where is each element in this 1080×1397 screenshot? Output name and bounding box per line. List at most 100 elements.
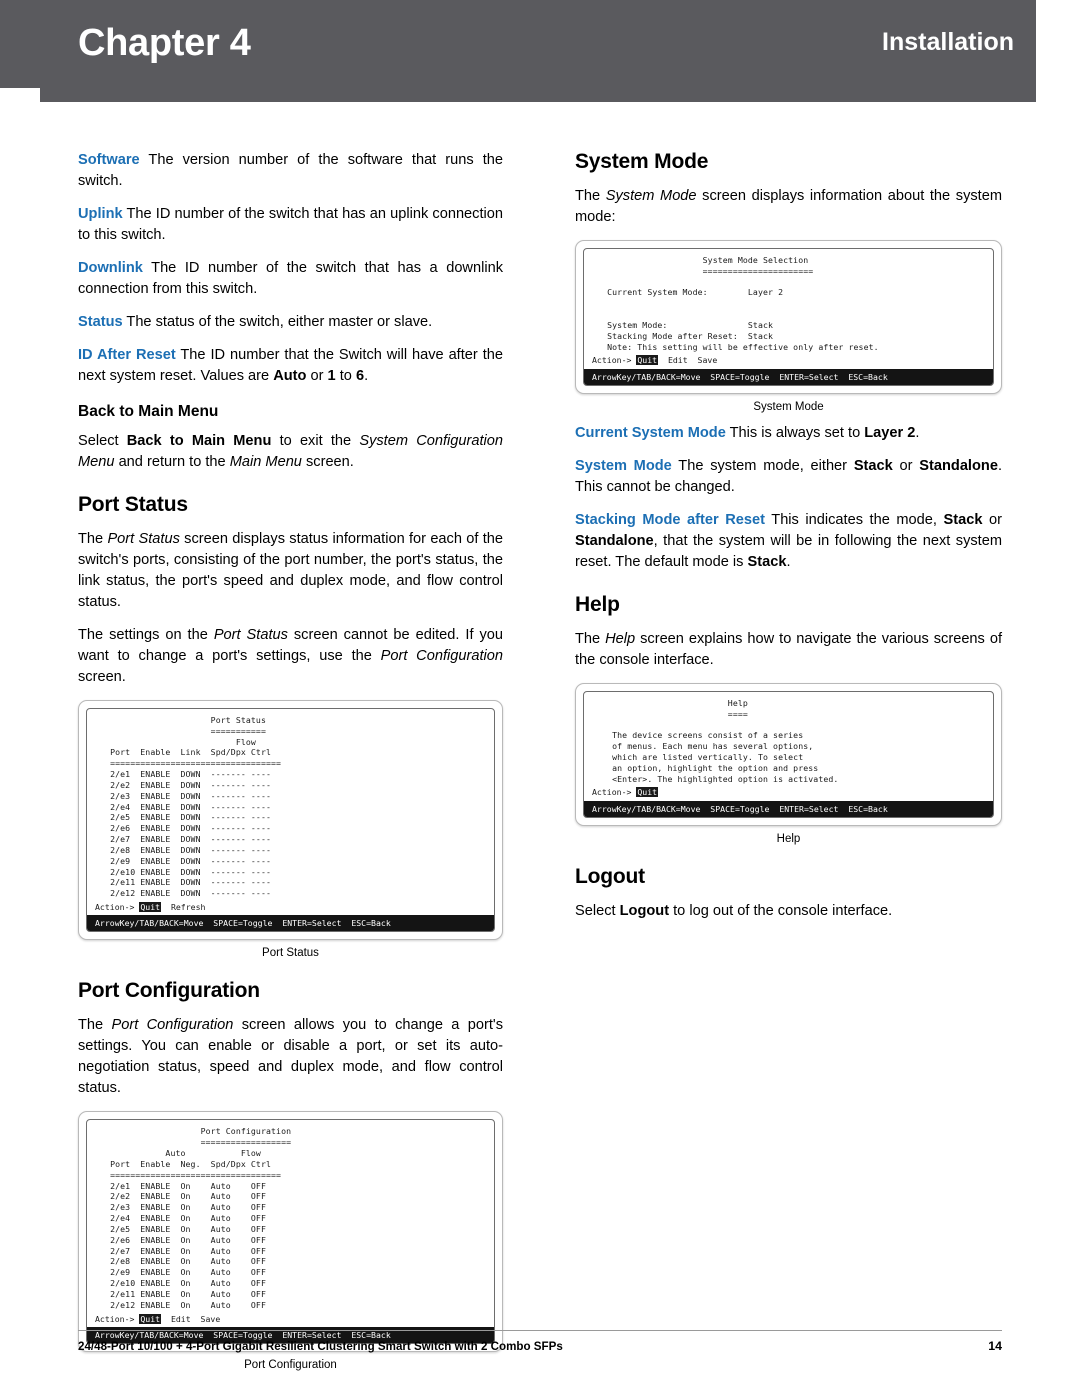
paragraph-software: Software The version number of the softw…	[78, 150, 503, 192]
paragraph-port-configuration: The Port Configuration screen allows you…	[78, 1015, 503, 1099]
term-uplink: Uplink	[78, 206, 123, 222]
value-stack-3: Stack	[747, 553, 787, 570]
text-software: The version number of the software that …	[78, 152, 503, 189]
terminal-text-system-mode: System Mode Selection ==================…	[607, 255, 879, 352]
text-back-1: Select	[78, 433, 127, 449]
italic-port-configuration: Port Configuration	[380, 648, 503, 664]
value-auto: Auto	[273, 368, 307, 384]
heading-port-configuration: Port Configuration	[78, 979, 260, 1003]
heading-logout: Logout	[575, 864, 645, 888]
text-ps2-3: screen.	[78, 669, 126, 685]
text-id-after-reset-2: or	[306, 368, 328, 384]
text-back-2: to exit the	[271, 433, 360, 449]
value-stack: Stack	[853, 457, 893, 474]
action-selected-quit[interactable]: Quit	[636, 787, 659, 798]
terminal-statusbar-system-mode: ArrowKey/TAB/BACK=Move SPACE=Toggle ENTE…	[584, 368, 993, 385]
term-downlink: Downlink	[78, 260, 143, 276]
text-back-3: and return to the	[114, 454, 230, 470]
terminal-screen-port-configuration: Port Configuration ================== Au…	[86, 1119, 495, 1344]
left-column: Software The version number of the softw…	[78, 150, 503, 1381]
term-stacking-mode-after-reset: Stacking Mode after Reset	[575, 511, 765, 528]
action-prefix: Action->	[95, 902, 140, 913]
terminal-text-port-status: Port Status =========== Flow Port Enable…	[110, 715, 282, 899]
heading-system-mode: System Mode	[575, 150, 709, 173]
text-ps-1: The	[78, 531, 108, 547]
terminal-frame-system-mode: System Mode Selection ==================…	[575, 240, 1002, 394]
paragraph-system-mode-intro: The System Mode screen displays informat…	[575, 186, 1002, 228]
label-back-to-main-menu: Back to Main Menu	[126, 433, 272, 449]
page-header: Chapter 4 Installation	[0, 0, 1080, 88]
value-stack-2: Stack	[943, 511, 983, 528]
footer-page-number: 14	[988, 1339, 1002, 1353]
text-smr-2: or	[982, 511, 1002, 528]
paragraph-logout: Select Logout to log out of the console …	[575, 901, 1002, 922]
italic-port-status-2: Port Status	[213, 627, 288, 643]
italic-help: Help	[605, 630, 636, 647]
terminal-statusbar-port-status: ArrowKey/TAB/BACK=Move SPACE=Toggle ENTE…	[87, 915, 494, 932]
value-one: 1	[327, 368, 336, 384]
right-column: System Mode The System Mode screen displ…	[575, 150, 1002, 934]
terminal-screen-port-status: Port Status =========== Flow Port Enable…	[86, 708, 495, 933]
figure-system-mode: System Mode Selection ==================…	[575, 240, 1002, 413]
value-six: 6	[355, 368, 365, 384]
italic-port-configuration-2: Port Configuration	[111, 1017, 234, 1034]
page-title: Chapter 4	[78, 22, 251, 65]
text-help-2: screen explains how to navigate the vari…	[575, 630, 1002, 668]
text-smm-1: The system mode, either	[671, 457, 854, 474]
value-standalone-2: Standalone	[575, 532, 654, 549]
header-spacer	[0, 88, 40, 102]
paragraph-back-to-main-menu: Select Back to Main Menu to exit the Sys…	[78, 431, 503, 473]
text-back-4: screen.	[301, 454, 354, 470]
text-logout-2: to log out of the console interface.	[669, 902, 893, 919]
chapter-number: 4	[229, 22, 251, 64]
footer-divider	[78, 1330, 1002, 1331]
footer-product-name: 24/48-Port 10/100 + 4-Port Gigabit Resil…	[78, 1340, 563, 1353]
text-status: The status of the switch, either master …	[122, 314, 433, 330]
term-system-mode: System Mode	[575, 457, 672, 474]
terminal-frame-port-status: Port Status =========== Flow Port Enable…	[78, 700, 503, 941]
terminal-statusbar-help: ArrowKey/TAB/BACK=Move SPACE=Toggle ENTE…	[584, 800, 993, 817]
terminal-frame-port-configuration: Port Configuration ================== Au…	[78, 1111, 503, 1352]
action-selected-quit[interactable]: Quit	[139, 902, 162, 913]
terminal-action-help: Action-> Quit	[584, 786, 993, 800]
term-current-system-mode: Current System Mode	[575, 424, 726, 441]
figure-port-status: Port Status =========== Flow Port Enable…	[78, 700, 503, 959]
action-prefix: Action->	[592, 787, 637, 798]
header-notch	[1036, 0, 1080, 88]
term-status: Status	[78, 314, 123, 330]
italic-system-mode: System Mode	[605, 188, 697, 204]
text-sm-1: The	[575, 188, 606, 204]
text-smr-4: .	[786, 553, 791, 570]
header-underbar	[40, 88, 1036, 102]
terminal-screen-system-mode: System Mode Selection ==================…	[583, 248, 994, 386]
paragraph-stacking-mode-after-reset: Stacking Mode after Reset This indicates…	[575, 510, 1002, 573]
terminal-screen-help: Help ==== The device screens consist of …	[583, 690, 994, 818]
heading-back-to-main-menu: Back to Main Menu	[78, 403, 219, 420]
figure-help: Help ==== The device screens consist of …	[575, 682, 1002, 845]
text-pc-1: The	[78, 1017, 112, 1034]
caption-port-configuration: Port Configuration	[244, 1358, 337, 1371]
action-selected-quit[interactable]: Quit	[139, 1313, 162, 1324]
text-csm-2: .	[915, 424, 920, 441]
terminal-frame-help: Help ==== The device screens consist of …	[575, 682, 1002, 826]
paragraph-id-after-reset: ID After Reset The ID number that the Sw…	[78, 345, 503, 387]
terminal-action-port-status: Action-> Quit Refresh	[87, 901, 494, 915]
value-layer-2: Layer 2	[864, 424, 916, 441]
action-prefix: Action->	[95, 1313, 140, 1324]
paragraph-current-system-mode: Current System Mode This is always set t…	[575, 423, 1002, 444]
caption-help: Help	[776, 832, 801, 845]
header-section-title: Installation	[882, 28, 1014, 56]
paragraph-uplink: Uplink The ID number of the switch that …	[78, 204, 503, 246]
paragraph-port-status-2: The settings on the Port Status screen c…	[78, 625, 503, 688]
text-smr-1: This indicates the mode,	[764, 511, 944, 528]
caption-port-status: Port Status	[262, 947, 319, 960]
text-uplink: The ID number of the switch that has an …	[78, 206, 503, 243]
terminal-action-port-configuration: Action-> Quit Edit Save	[87, 1313, 494, 1327]
action-rest: Refresh	[161, 902, 206, 913]
value-standalone: Standalone	[919, 457, 998, 474]
heading-help: Help	[575, 592, 620, 616]
action-selected-quit[interactable]: Quit	[636, 355, 659, 366]
text-help-1: The	[575, 630, 606, 647]
text-smm-2: or	[892, 457, 920, 474]
italic-main-menu: Main Menu	[229, 454, 302, 470]
